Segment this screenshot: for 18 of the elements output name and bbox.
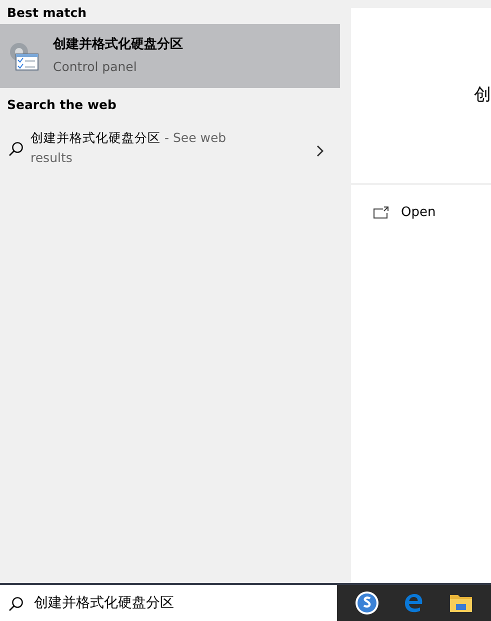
search-icon	[8, 141, 24, 158]
result-item[interactable]: 创建并格式化硬盘分区 Control panel	[0, 24, 340, 88]
s-logo-icon[interactable]	[355, 591, 379, 615]
open-button[interactable]: Open	[351, 185, 458, 240]
browser-e-icon[interactable]	[403, 592, 425, 614]
web-result-text: 创建并格式化硬盘分区 - See web results	[30, 129, 228, 167]
search-icon	[8, 596, 24, 612]
folder-icon[interactable]	[449, 592, 473, 614]
result-title: 创建并格式化硬盘分区	[53, 36, 183, 54]
app-title: 创	[474, 84, 491, 107]
search-field[interactable]: 创建并格式化硬盘分区	[0, 585, 337, 621]
section-heading: Best match	[6, 4, 88, 22]
open-window-icon	[373, 206, 389, 220]
control-panel-icon	[8, 40, 40, 72]
section-heading: Search the web	[6, 96, 118, 114]
result-subtitle: Control panel	[53, 58, 138, 76]
chevron-right-icon	[316, 144, 324, 157]
result-item[interactable]: 创建并格式化硬盘分区 - See web results	[0, 116, 340, 180]
